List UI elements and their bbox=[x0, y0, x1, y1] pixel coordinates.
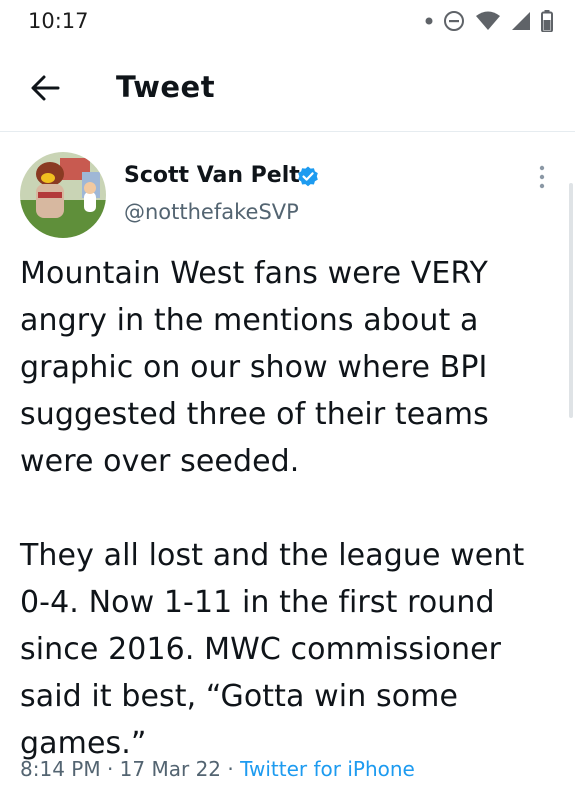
verified-badge-icon bbox=[298, 166, 318, 187]
tweet-paragraph: They all lost and the league went 0-4. N… bbox=[20, 538, 525, 761]
tweet-time: 8:14 PM bbox=[20, 757, 101, 781]
status-icons bbox=[425, 8, 553, 34]
battery-icon bbox=[541, 10, 553, 32]
scrollbar[interactable] bbox=[569, 183, 573, 418]
more-options-button[interactable] bbox=[530, 162, 554, 192]
status-time: 10:17 bbox=[28, 9, 89, 33]
author-name[interactable]: Scott Van Pelt bbox=[124, 163, 300, 188]
cellular-signal-icon bbox=[512, 12, 530, 30]
arrow-left-icon bbox=[31, 75, 60, 101]
author-handle[interactable]: @notthefakeSVP bbox=[124, 200, 299, 224]
header-divider bbox=[0, 131, 575, 132]
avatar[interactable] bbox=[20, 152, 106, 238]
meta-separator: · bbox=[221, 757, 241, 781]
tweet-source-link[interactable]: Twitter for iPhone bbox=[240, 757, 415, 781]
tweet-paragraph: Mountain West fans were VERY angry in th… bbox=[20, 256, 489, 479]
tweet-text: Mountain West fans were VERY angry in th… bbox=[20, 250, 560, 767]
page-title: Tweet bbox=[116, 70, 216, 104]
more-vertical-icon bbox=[539, 165, 545, 189]
status-bar: 10:17 bbox=[0, 0, 575, 42]
wifi-icon bbox=[476, 11, 500, 30]
notification-dot-icon bbox=[425, 17, 433, 25]
back-button[interactable] bbox=[24, 70, 64, 106]
top-app-bar: Tweet bbox=[0, 56, 575, 120]
meta-separator: · bbox=[100, 757, 120, 781]
do-not-disturb-icon bbox=[444, 11, 464, 31]
tweet-meta: 8:14 PM · 17 Mar 22 · Twitter for iPhone bbox=[20, 757, 415, 781]
mascot-photo-avatar bbox=[20, 152, 106, 238]
tweet-date: 17 Mar 22 bbox=[119, 757, 222, 781]
